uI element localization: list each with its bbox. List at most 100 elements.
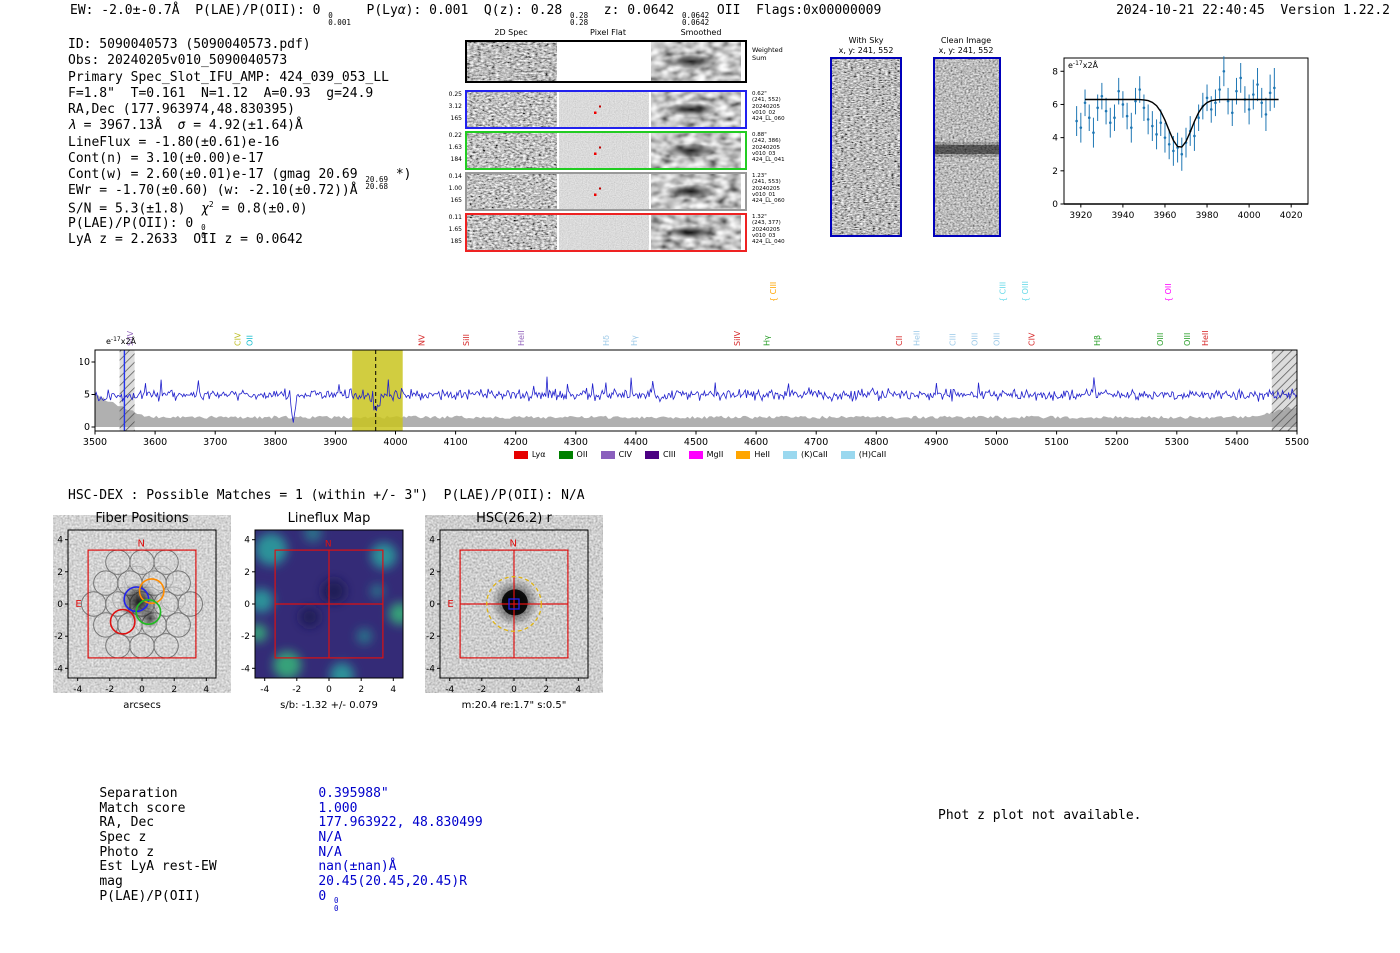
stacked-uncertainty: 0 0.001	[328, 10, 351, 28]
lineflux-map-panel: N -4 -4 -2 -2 0 0 2 2 4 4 Lineflux Map s/b: -1.32 +/…	[241, 511, 404, 711]
match-table-value: 20.45(20.45,20.45)R	[318, 874, 468, 890]
spec2d-row-weight: 185	[450, 238, 462, 245]
text: Cont(w) = 2.60(±0.01)e-17 (gmag 20.69	[68, 167, 366, 182]
legend-item: CIII	[644, 450, 676, 459]
match-table-label: Separation	[99, 786, 178, 801]
emission-line-label: Hγ	[630, 335, 639, 346]
spec2d-row-annotation: 20240205	[752, 226, 780, 233]
spec2d-row-weight: 184	[450, 156, 462, 163]
noise-image	[467, 42, 557, 81]
svg-text:3940: 3940	[1111, 211, 1134, 221]
legend-swatch	[513, 450, 528, 459]
smoothed-image	[651, 215, 741, 250]
info-line: P(LAE)/P(OII): 0 00	[68, 215, 411, 240]
svg-text:5200: 5200	[1105, 437, 1129, 448]
legend-swatch	[644, 450, 659, 459]
spec2d-row	[465, 40, 747, 83]
smoothed-image	[651, 133, 741, 168]
spec2d-row-annotation: Sum	[752, 53, 767, 62]
info-line: Obs: 20240205v010_5090040573	[68, 53, 411, 69]
svg-text:4: 4	[57, 536, 63, 546]
svg-text:0: 0	[511, 685, 517, 695]
spec2d-row-weight: 165	[450, 115, 462, 122]
spec2d-image	[467, 133, 557, 168]
text: Cont(n) = 3.10(±0.00)e-17	[68, 150, 264, 166]
svg-text:8: 8	[1052, 67, 1058, 77]
svg-text:-2: -2	[105, 685, 114, 695]
info-line: RA,Dec (177.963974,48.830395)	[68, 102, 411, 118]
spec2d-row	[465, 172, 747, 211]
text: P(LAE)/P(OII): 0	[68, 215, 202, 231]
spec2d-image	[467, 174, 557, 209]
svg-text:4400: 4400	[624, 437, 648, 448]
spec2d-row-weight: 0.22	[448, 132, 462, 139]
svg-text:4000: 4000	[1238, 211, 1261, 221]
spectrum-legend: Lyα OII CIV CIII MgII HeII (K)CaII (H)CaII	[460, 450, 940, 459]
svg-text:-4: -4	[54, 664, 63, 674]
stacked-uncertainty: 0.28 0.28	[570, 10, 589, 28]
spec2d-row-annotation: 1.32"	[752, 214, 767, 220]
spec2d-image	[467, 92, 557, 127]
elixer-report-page: EW: -2.0±-0.7Å P(LAE)/P(OII): 0 0 0.001 P…	[0, 0, 1400, 953]
legend-item: Lyα	[513, 450, 546, 459]
svg-text:4200: 4200	[504, 437, 528, 448]
text: = 0.8(±0.0)	[213, 200, 308, 216]
pixelflat-image	[559, 42, 649, 81]
svg-text:4700: 4700	[804, 437, 828, 448]
svg-text:5: 5	[84, 390, 90, 401]
noise-image	[651, 215, 741, 250]
spec2d-row-annotation: 0.88"	[752, 132, 767, 138]
legend-swatch	[840, 450, 855, 459]
svg-text:3600: 3600	[143, 437, 167, 448]
emission-line-label: Hδ	[602, 335, 611, 346]
smoothed-image	[651, 92, 741, 127]
text: Primary Spec_Slot_IFU_AMP: 424_039_053_L…	[68, 69, 389, 85]
text: F=1.8" T=0.161 N=1.12 A=0.93 g=24.9	[68, 85, 374, 101]
text: = 4.92(±1.64)Å	[185, 118, 303, 134]
text: ): 0.001 Q(z): 0.28	[405, 3, 571, 18]
noise-image	[832, 59, 900, 235]
svg-text:3900: 3900	[323, 437, 347, 448]
emission-line-label: HeII	[1201, 330, 1210, 346]
info-line: F=1.8" T=0.161 N=1.12 A=0.93 g=24.9	[68, 86, 411, 102]
svg-text:3500: 3500	[83, 437, 107, 448]
text: EWr = -1.70(±0.60) (w: -2.10(±0.72))Å	[68, 183, 358, 199]
info-line: Cont(w) = 2.60(±0.01)e-17 (gmag 20.69 20…	[68, 167, 411, 191]
cutout-xlabel: m:20.4 re:1.7" s:0.5"	[462, 700, 567, 711]
emission-line-label: Hγ	[762, 335, 771, 346]
spec2d-row-annotation: 424_LL_060	[752, 198, 785, 205]
match-table-value: N/A	[318, 830, 342, 846]
hsc-r-panel: N E -4 -4 -2 -2 0 0 2 2 4 4 HSC(26.2) r m:20.4 re:1.…	[426, 511, 589, 711]
cutout-panels: N E -4 -4 -2 -2 0 0 2 2 4 4 Fiber Positions arcsecs …	[0, 510, 700, 730]
legend-item: (K)CaII	[783, 450, 828, 459]
spec2d-row	[465, 90, 747, 129]
text: P(Ly	[350, 3, 398, 18]
fiber-positions-panel: N E -4 -4 -2 -2 0 0 2 2 4 4 Fiber Positions arcsecs	[54, 511, 217, 711]
spec2d-row-weight: 1.63	[448, 144, 462, 151]
legend-item: (H)CaII	[840, 450, 886, 459]
spec2d-row-annotation: 424_LL_040	[752, 239, 785, 246]
legend-item: HeII	[736, 450, 770, 459]
svg-text:5100: 5100	[1045, 437, 1069, 448]
svg-text:3960: 3960	[1154, 211, 1177, 221]
svg-text:4900: 4900	[924, 437, 948, 448]
emission-line-label: HeII	[913, 330, 922, 346]
legend-item: MgII	[688, 450, 723, 459]
stacked-uncertainty: 0.0642 0.0642	[682, 10, 710, 28]
match-table-label: P(LAE)/P(OII)	[99, 888, 202, 904]
svg-text:6: 6	[1052, 100, 1058, 110]
pixelflat-image	[559, 174, 649, 209]
emission-line-label: CII	[895, 336, 904, 346]
svg-text:4: 4	[429, 536, 435, 546]
text: OII Flags:0x00000009	[709, 3, 882, 18]
cleanimage-title-xy: x, y: 241, 552	[938, 45, 994, 55]
svg-text:-4: -4	[445, 685, 454, 695]
match-table-value: nan(±nan)Å	[318, 859, 397, 875]
spec2d-row-weight: 0.25	[448, 91, 462, 98]
spec2d-row-annotation: v010_02	[752, 109, 776, 116]
smoothed-image	[651, 42, 741, 81]
emission-line-label: Hβ	[1093, 335, 1102, 346]
cutout-xlabel: arcsecs	[123, 700, 161, 711]
svg-text:5400: 5400	[1225, 437, 1249, 448]
svg-text:4: 4	[1052, 134, 1058, 144]
